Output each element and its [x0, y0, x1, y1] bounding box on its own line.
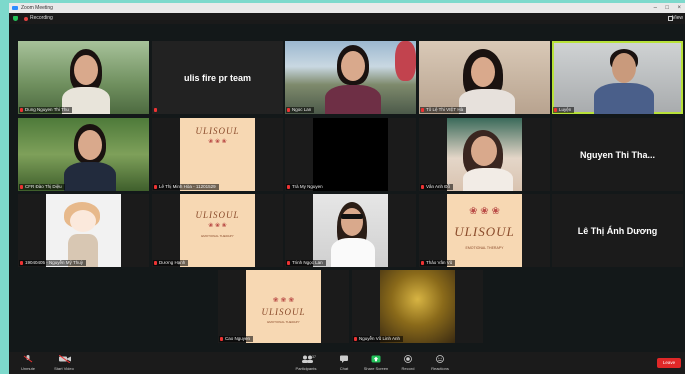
participant-name-label: CFR Đào Thị Diệu	[19, 184, 65, 190]
participant-tile[interactable]: Lê Thị Ánh Dương	[552, 194, 683, 267]
chat-button[interactable]: Chat	[327, 355, 361, 371]
ulisoul-logo: ❀ ❀ ❀ ULISOUL EMOTIONAL THERAPY	[447, 194, 522, 267]
participant-tile[interactable]: ❀ ❀ ❀ ULISOUL EMOTIONAL THERAPY Cao Nguy…	[218, 270, 349, 343]
share-screen-button[interactable]: Share Screen	[359, 355, 393, 371]
participants-count: 37	[312, 355, 316, 359]
participant-name-label: Nguyễn Vũ Linh Anh	[353, 336, 404, 342]
avatar-dragon-image	[380, 270, 455, 343]
participant-tile[interactable]: ❀ ❀ ❀ ULISOUL EMOTIONAL THERAPY Thảo Vân…	[419, 194, 550, 267]
zoom-window: Zoom Meeting – □ × Recording View Dung N…	[0, 0, 685, 374]
chat-icon	[339, 355, 349, 363]
security-shield-icon[interactable]	[13, 16, 18, 21]
participant-tile[interactable]: Dung Nguyen Thi Thu	[18, 41, 149, 114]
recording-dot-icon	[24, 17, 28, 21]
participant-name-label: Tô Lệ Thi VIỆT Hà	[420, 107, 467, 113]
muted-mic-icon	[421, 108, 424, 112]
participant-tile-active-speaker[interactable]: Luyện	[552, 41, 683, 114]
participant-tile[interactable]: ulis fire pr team	[152, 41, 283, 114]
muted-mic-icon	[154, 261, 157, 265]
participant-name-label: Luyện	[553, 107, 575, 113]
muted-mic-icon	[20, 185, 23, 189]
participants-button[interactable]: Participants 37	[289, 355, 323, 371]
reactions-icon	[435, 355, 445, 363]
participant-name-label: Ngoc Lan	[286, 107, 315, 113]
sunglasses	[341, 214, 363, 219]
muted-mic-icon	[554, 108, 557, 112]
muted-mic-icon	[20, 108, 23, 112]
muted-mic-icon	[287, 261, 290, 265]
participant-tile[interactable]: ULISOUL ❀ ❀ ❀ EMOTIONAL THERAPY Dương Hạ…	[152, 194, 283, 267]
participant-name-label: Dung Nguyen Thi Thu	[19, 107, 72, 113]
video-feed	[313, 118, 388, 191]
leave-button[interactable]: Leave	[657, 358, 681, 368]
participant-name-label: Thảo Vân Vũ	[420, 260, 456, 266]
muted-mic-icon	[421, 185, 424, 189]
participant-display-name: Lê Thị Ánh Dương	[577, 225, 658, 236]
record-icon	[403, 355, 413, 363]
zoom-logo-icon	[12, 6, 18, 10]
share-screen-icon	[371, 355, 381, 363]
participant-tile[interactable]: Trà My Nguyen	[285, 118, 416, 191]
participant-tile[interactable]: Vân Anh Đỗ	[419, 118, 550, 191]
close-button[interactable]: ×	[677, 3, 681, 13]
unmute-button[interactable]: Unmute	[11, 355, 45, 371]
start-video-button[interactable]: Start Video	[47, 354, 81, 371]
ulisoul-logo: ULISOUL ❀ ❀ ❀ EMOTIONAL THERAPY	[180, 194, 255, 267]
meeting-info-bar: Recording View	[9, 13, 685, 24]
ulisoul-logo: ❀ ❀ ❀ ULISOUL EMOTIONAL THERAPY	[246, 270, 321, 343]
participant-tile[interactable]: Trinh Ngọc Lan	[285, 194, 416, 267]
muted-mic-icon	[287, 185, 290, 189]
participant-name-label: Vân Anh Đỗ	[420, 184, 454, 190]
record-button[interactable]: Record	[391, 355, 425, 371]
desktop-edge	[0, 0, 9, 374]
participant-name-label: 19040405 - Nguyễn Mỹ Thuỳ	[19, 260, 86, 266]
muted-mic-icon	[354, 337, 357, 341]
muted-mic-icon	[154, 185, 157, 189]
participant-display-name: Nguyen Thi Tha...	[579, 149, 655, 160]
participant-tile[interactable]: 19040405 - Nguyễn Mỹ Thuỳ	[18, 194, 149, 267]
participant-name-label: Trà My Nguyen	[286, 184, 326, 190]
muted-mic-icon	[287, 108, 290, 112]
participant-tile[interactable]: Ngoc Lan	[285, 41, 416, 114]
minimize-button[interactable]: –	[654, 3, 657, 13]
participant-tile[interactable]: Nguyễn Vũ Linh Anh	[352, 270, 483, 343]
participant-name-label: Cao Nguyen	[219, 336, 254, 342]
muted-mic-icon	[421, 261, 424, 265]
participant-name-label: Trinh Ngọc Lan	[286, 260, 326, 266]
participant-display-name: ulis fire pr team	[183, 72, 252, 83]
participant-tile[interactable]: ULISOUL ❀ ❀ ❀ Lê Thị Minh Hòa - 11201529	[152, 118, 283, 191]
video-off-icon	[58, 354, 71, 364]
participant-tile[interactable]: Nguyen Thi Tha...	[552, 118, 683, 191]
muted-mic-icon	[23, 355, 33, 363]
title-bar: Zoom Meeting – □ ×	[9, 3, 685, 13]
reactions-button[interactable]: Reactions	[423, 355, 457, 371]
recording-label: Recording	[30, 15, 53, 21]
ulisoul-logo: ULISOUL ❀ ❀ ❀	[180, 118, 255, 191]
window-title: Zoom Meeting	[21, 5, 53, 11]
muted-mic-icon	[220, 337, 223, 341]
meeting-toolbar: Unmute Start Video Participants 37 Chat	[9, 352, 685, 374]
participant-name-label	[153, 107, 162, 113]
view-button[interactable]: View	[672, 13, 683, 24]
muted-mic-icon	[20, 261, 23, 265]
participant-name-label: Dương Hạnh	[153, 260, 189, 266]
participant-tile[interactable]: Tô Lệ Thi VIỆT Hà	[419, 41, 550, 114]
participant-tile[interactable]: CFR Đào Thị Diệu	[18, 118, 149, 191]
muted-mic-icon	[154, 108, 157, 112]
participants-icon	[301, 355, 313, 363]
maximize-button[interactable]: □	[665, 3, 669, 13]
participant-name-label: Lê Thị Minh Hòa - 11201529	[153, 184, 219, 190]
